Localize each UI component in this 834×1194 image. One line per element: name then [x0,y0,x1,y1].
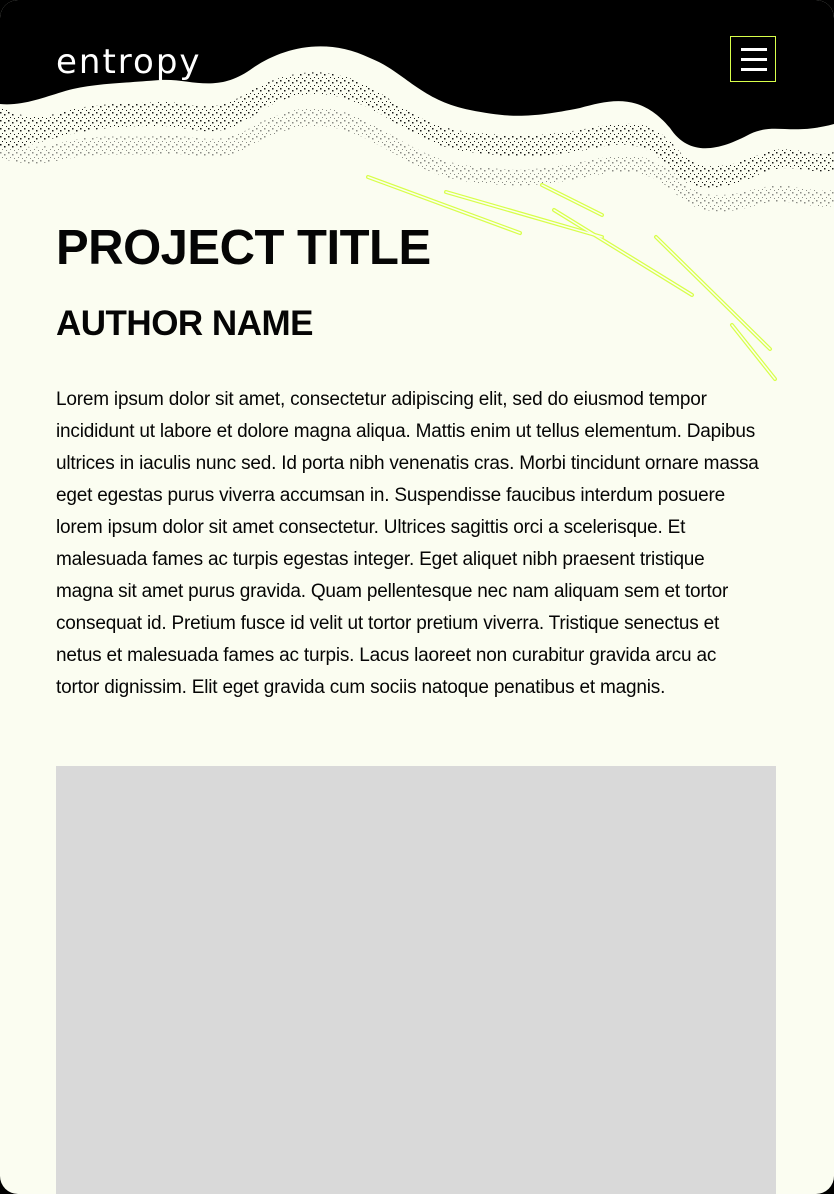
logo-text: entropy [56,42,202,82]
hamburger-menu-icon [741,58,767,61]
menu-button[interactable] [730,36,776,82]
project-page: entropy PROJECT TITLE AUTHOR NAME Lorem … [0,0,834,1194]
entropy-logo[interactable]: entropy [56,42,221,82]
hamburger-menu-icon [741,68,767,71]
project-image-placeholder [56,766,776,1194]
hamburger-menu-icon [741,48,767,51]
author-name: AUTHOR NAME [56,304,313,343]
project-content: PROJECT TITLE AUTHOR NAME Lorem ipsum do… [56,222,776,704]
project-title: PROJECT TITLE [56,221,431,275]
project-description: Lorem ipsum dolor sit amet, consectetur … [56,389,759,698]
